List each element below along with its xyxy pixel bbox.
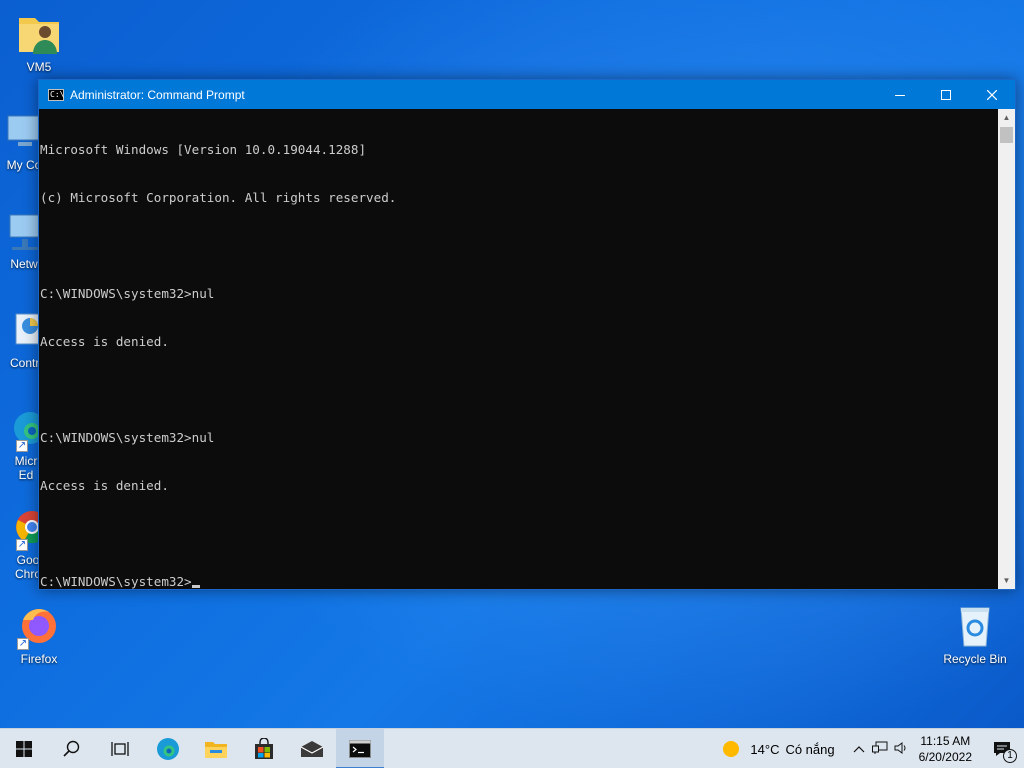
terminal-prompt-line[interactable]: C:\WINDOWS\system32> (40, 574, 998, 590)
start-icon (16, 740, 32, 757)
task-view-icon (111, 741, 129, 756)
edge-icon (157, 737, 179, 760)
window-titlebar[interactable]: C:\ Administrator: Command Prompt (39, 80, 1015, 109)
vertical-scrollbar[interactable]: ▲ ▼ (998, 109, 1015, 589)
mail-icon (300, 740, 324, 757)
maximize-icon (941, 89, 951, 100)
desktop-icon-label: Recycle Bin (943, 652, 1007, 666)
weather-widget[interactable]: 14°C Có nắng (722, 740, 835, 758)
terminal-line: C:\WINDOWS\system32>nul (40, 286, 215, 301)
clock-date: 6/20/2022 (918, 750, 972, 764)
clock[interactable]: 11:15 AM 6/20/2022 (919, 733, 972, 765)
taskbar-cmd-button[interactable] (336, 728, 384, 768)
terminal-output[interactable]: Microsoft Windows [Version 10.0.19044.12… (39, 109, 998, 589)
taskbar-edge-button[interactable] (144, 729, 192, 768)
close-icon (987, 89, 997, 100)
terminal-line: C:\WINDOWS\system32>nul (40, 430, 215, 445)
network-status-icon[interactable] (869, 741, 891, 758)
clock-time: 11:15 AM (920, 734, 971, 748)
taskbar-mail-button[interactable] (288, 729, 336, 768)
sun-icon (723, 741, 740, 757)
store-icon (255, 737, 273, 759)
taskbar-file-explorer-button[interactable] (192, 729, 240, 768)
shortcut-arrow-icon: ↗ (17, 638, 29, 650)
minimize-button[interactable] (877, 80, 923, 109)
volume-icon[interactable] (891, 741, 913, 758)
shortcut-arrow-icon: ↗ (16, 539, 28, 551)
close-button[interactable] (969, 80, 1015, 109)
weather-temp: 14°C (750, 741, 780, 757)
task-view-button[interactable] (96, 729, 144, 768)
terminal-line: Access is denied. (40, 478, 169, 493)
text-cursor (191, 585, 200, 588)
maximize-button[interactable] (923, 80, 969, 109)
desktop-icon-label: VM5 (26, 60, 52, 74)
terminal-prompt: C:\WINDOWS\system32> (40, 574, 192, 589)
desktop-icon-vm5[interactable]: VM5 (1, 10, 77, 74)
command-prompt-window[interactable]: C:\ Administrator: Command Prompt Micros… (38, 79, 1016, 590)
terminal-line: Access is denied. (40, 334, 169, 349)
search-icon (63, 740, 80, 757)
taskbar: 14°C Có nắng 11:15 AM 6/20/2022 1 (0, 728, 1024, 768)
cmd-icon: C:\ (48, 88, 65, 101)
desktop-icon-label: Firefox (20, 652, 58, 666)
weather-condition: Có nắng (785, 741, 835, 757)
notification-count-badge: 1 (1003, 749, 1017, 763)
user-folder-icon (15, 10, 63, 58)
shortcut-arrow-icon: ↗ (16, 440, 28, 452)
cmd-icon (349, 739, 371, 758)
chevron-up-icon[interactable] (849, 742, 869, 756)
minimize-icon (895, 94, 905, 96)
taskbar-store-button[interactable] (240, 729, 288, 768)
start-button[interactable] (0, 729, 48, 768)
terminal-line: (c) Microsoft Corporation. All rights re… (40, 190, 397, 205)
scroll-up-arrow-icon[interactable]: ▲ (998, 109, 1015, 126)
file-explorer-icon (205, 741, 227, 758)
system-tray: 14°C Có nắng 11:15 AM 6/20/2022 1 (722, 729, 1024, 768)
action-center-button[interactable]: 1 (980, 729, 1024, 768)
scrollbar-thumb[interactable] (1000, 127, 1013, 143)
search-button[interactable] (48, 729, 96, 768)
scroll-down-arrow-icon[interactable]: ▼ (998, 572, 1015, 589)
window-title: Administrator: Command Prompt (70, 87, 245, 102)
terminal-line: Microsoft Windows [Version 10.0.19044.12… (40, 142, 367, 157)
